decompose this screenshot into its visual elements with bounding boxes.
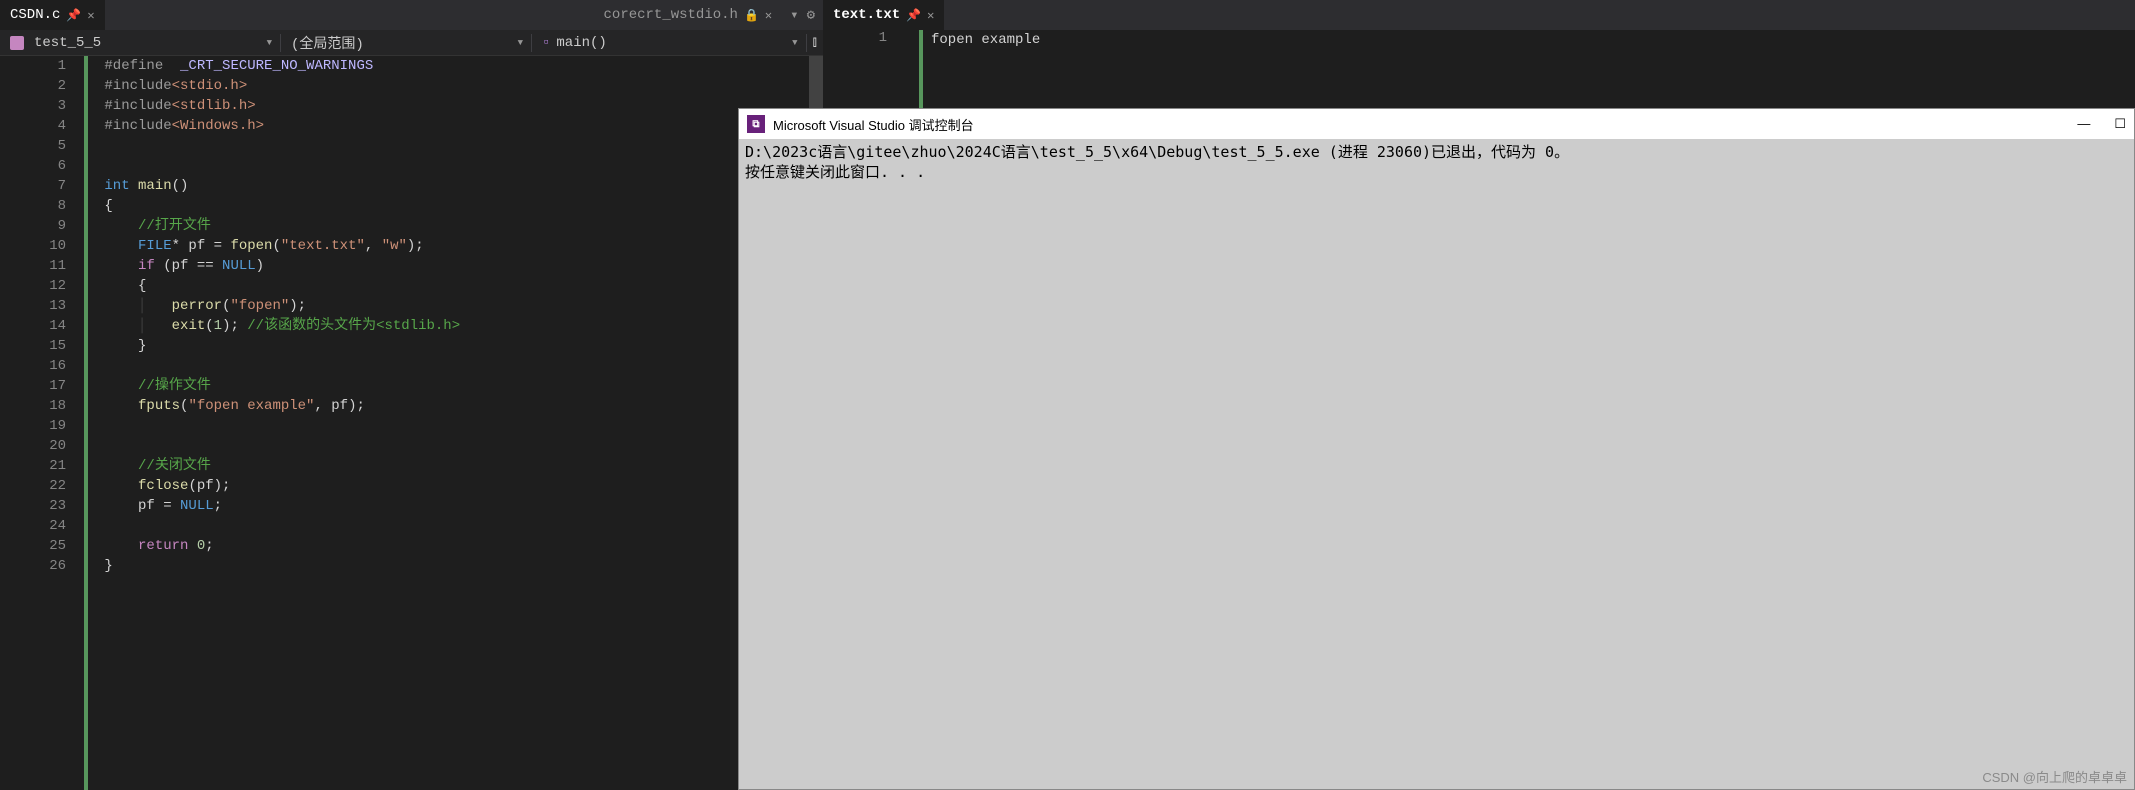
line-number-gutter: 1 2 3 4 5 6 7 8 9 10 11 12 13 14 15 16 1… bbox=[0, 56, 88, 790]
minimize-button[interactable]: ― bbox=[2077, 116, 2090, 132]
code-content[interactable]: #define _CRT_SECURE_NO_WARNINGS #include… bbox=[88, 56, 823, 790]
text-line: fopen example bbox=[931, 32, 1040, 48]
split-icon: ⫾ bbox=[813, 35, 817, 51]
split-editor-button[interactable]: ⫾ bbox=[807, 30, 823, 56]
crumb-file-group[interactable]: test_5_5 ▼ bbox=[0, 30, 280, 56]
line-number: 13 bbox=[0, 296, 66, 316]
line-number: 9 bbox=[0, 216, 66, 236]
line-number: 8 bbox=[0, 196, 66, 216]
line-number: 16 bbox=[0, 356, 66, 376]
line-number: 26 bbox=[0, 556, 66, 576]
line-number: 1 bbox=[823, 30, 887, 46]
chevron-down-icon[interactable]: ▼ bbox=[792, 38, 805, 48]
console-output[interactable]: D:\2023c语言\gitee\zhuo\2024C语言\test_5_5\x… bbox=[739, 139, 2134, 789]
line-number: 5 bbox=[0, 136, 66, 156]
line-number: 1 bbox=[0, 56, 66, 76]
console-title-text: Microsoft Visual Studio 调试控制台 bbox=[773, 115, 974, 134]
tab-label: corecrt_wstdio.h bbox=[604, 7, 738, 23]
line-number: 25 bbox=[0, 536, 66, 556]
pin-icon[interactable]: 📌 bbox=[66, 8, 81, 23]
line-number: 18 bbox=[0, 396, 66, 416]
console-line: 按任意键关闭此窗口. . . bbox=[745, 163, 925, 181]
line-number: 24 bbox=[0, 516, 66, 536]
tab-corecrt[interactable]: corecrt_wstdio.h 🔒 ✕ bbox=[594, 0, 783, 30]
line-number: 21 bbox=[0, 456, 66, 476]
maximize-button[interactable]: ☐ bbox=[2114, 116, 2126, 132]
pin-icon[interactable]: 📌 bbox=[906, 8, 921, 23]
debug-console-window[interactable]: ⧉ Microsoft Visual Studio 调试控制台 ― ☐ D:\2… bbox=[738, 108, 2135, 790]
left-tab-bar: CSDN.c 📌 ✕ corecrt_wstdio.h 🔒 ✕ ▾ ⚙ bbox=[0, 0, 823, 30]
line-number: 4 bbox=[0, 116, 66, 136]
crumb-scope-group[interactable]: (全局范围) ▼ bbox=[281, 30, 531, 56]
console-line: D:\2023c语言\gitee\zhuo\2024C语言\test_5_5\x… bbox=[745, 143, 1569, 161]
tab-extra-area: corecrt_wstdio.h 🔒 ✕ ▾ ⚙ bbox=[586, 0, 823, 30]
close-icon[interactable]: ✕ bbox=[87, 8, 94, 23]
close-icon[interactable]: ✕ bbox=[927, 8, 934, 23]
crumb-func: main() bbox=[556, 35, 606, 51]
line-number: 3 bbox=[0, 96, 66, 116]
close-icon[interactable]: ✕ bbox=[765, 8, 772, 23]
console-title-bar[interactable]: ⧉ Microsoft Visual Studio 调试控制台 ― ☐ bbox=[739, 109, 2134, 139]
left-editor-pane: CSDN.c 📌 ✕ corecrt_wstdio.h 🔒 ✕ ▾ ⚙ test… bbox=[0, 0, 823, 790]
tab-csdn-c[interactable]: CSDN.c 📌 ✕ bbox=[0, 0, 105, 30]
line-number: 17 bbox=[0, 376, 66, 396]
vs-icon: ⧉ bbox=[747, 115, 765, 133]
dropdown-icon[interactable]: ▾ bbox=[790, 7, 798, 24]
code-editor[interactable]: 1 2 3 4 5 6 7 8 9 10 11 12 13 14 15 16 1… bbox=[0, 56, 823, 790]
tab-label: text.txt bbox=[833, 7, 900, 23]
line-number: 23 bbox=[0, 496, 66, 516]
watermark: CSDN @向上爬的卓卓卓 bbox=[1982, 767, 2127, 786]
breadcrumb-bar: test_5_5 ▼ (全局范围) ▼ ▫ main() ▼ bbox=[0, 30, 823, 56]
line-number: 11 bbox=[0, 256, 66, 276]
line-number: 20 bbox=[0, 436, 66, 456]
line-number: 6 bbox=[0, 156, 66, 176]
line-number: 15 bbox=[0, 336, 66, 356]
crumb-file: test_5_5 bbox=[34, 35, 101, 51]
line-number: 12 bbox=[0, 276, 66, 296]
line-number: 19 bbox=[0, 416, 66, 436]
line-number: 10 bbox=[0, 236, 66, 256]
chevron-down-icon[interactable]: ▼ bbox=[518, 38, 531, 48]
crumb-scope: (全局范围) bbox=[291, 33, 364, 53]
file-icon bbox=[10, 36, 24, 50]
right-tab-bar: text.txt 📌 ✕ bbox=[823, 0, 2135, 30]
gear-icon[interactable]: ⚙ bbox=[807, 7, 815, 24]
line-number: 14 bbox=[0, 316, 66, 336]
line-number: 7 bbox=[0, 176, 66, 196]
tab-label: CSDN.c bbox=[10, 7, 60, 23]
line-number: 22 bbox=[0, 476, 66, 496]
tab-text-txt[interactable]: text.txt 📌 ✕ bbox=[823, 0, 944, 30]
chevron-down-icon[interactable]: ▼ bbox=[267, 38, 280, 48]
method-icon: ▫ bbox=[542, 35, 550, 51]
readonly-icon: 🔒 bbox=[744, 8, 759, 23]
window-controls: ― ☐ bbox=[2077, 116, 2126, 132]
line-number: 2 bbox=[0, 76, 66, 96]
crumb-func-group[interactable]: ▫ main() ▼ bbox=[532, 30, 806, 56]
